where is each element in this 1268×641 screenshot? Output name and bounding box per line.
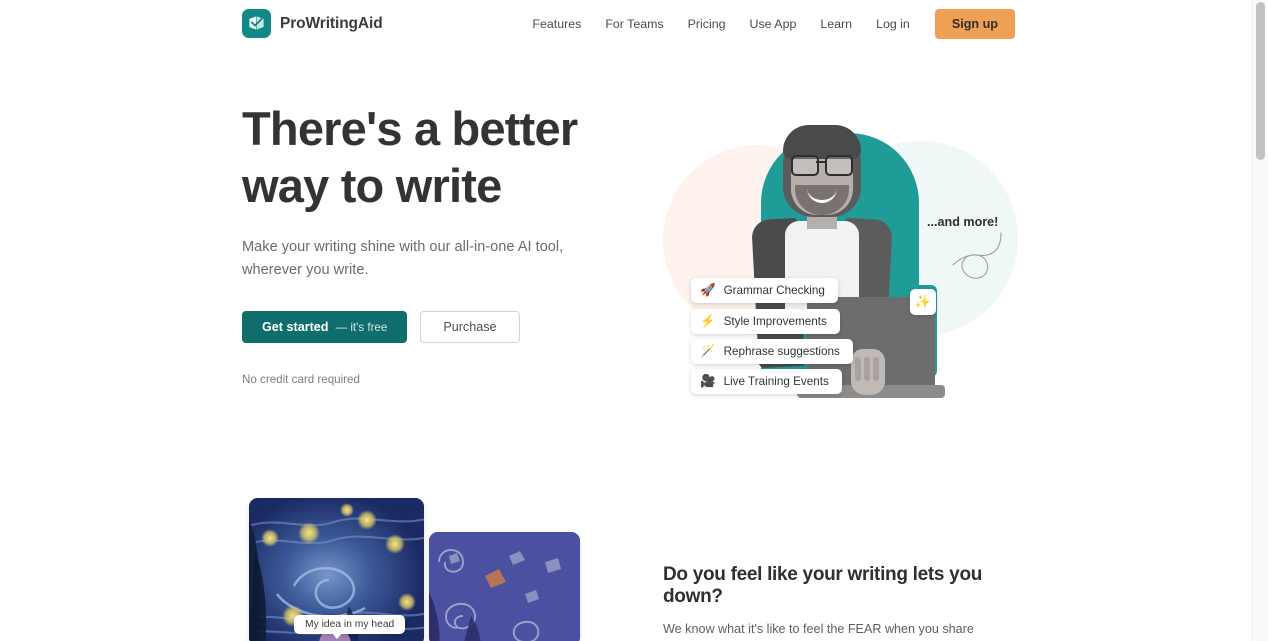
primary-navigation: Features For Teams Pricing Use App Learn…: [520, 0, 1015, 48]
feature-chip-rephrase-suggestions: 🪄 Rephrase suggestions: [691, 339, 853, 364]
feature-chip-label: Style Improvements: [723, 315, 827, 328]
feature-chip-label: Rephrase suggestions: [723, 345, 840, 358]
and-more-label: ...and more!: [927, 215, 999, 229]
sparkles-icon: ✨: [910, 289, 936, 315]
nav-link-log-in[interactable]: Log in: [864, 0, 922, 48]
glasses-bridge: [816, 161, 825, 164]
glasses-lens-left: [791, 155, 819, 176]
scroll-down-arrow[interactable]: [1253, 627, 1268, 641]
glasses-lens-right: [825, 155, 853, 176]
lower-copy: Do you feel like your writing lets you d…: [663, 564, 1023, 641]
magic-wand-icon: 🪄: [700, 344, 716, 359]
person-hair: [783, 125, 861, 159]
nav-link-learn[interactable]: Learn: [808, 0, 864, 48]
simplified-painting-card: [429, 532, 580, 641]
page-canvas: ProWritingAid Features For Teams Pricing…: [0, 0, 1253, 641]
brand-logo-link[interactable]: ProWritingAid: [242, 9, 383, 38]
vertical-scrollbar[interactable]: [1252, 0, 1268, 641]
finger: [864, 357, 870, 381]
hero-title: There's a better way to write: [242, 102, 578, 212]
get-started-button[interactable]: Get started — it's free: [242, 311, 408, 343]
writing-lets-you-down-section: My idea in my head Do you feel like your…: [0, 468, 1253, 641]
rocket-icon: 🚀: [700, 283, 716, 298]
artwork-comparison: My idea in my head: [249, 498, 629, 641]
hero-cta-group: Get started — it's free Purchase: [242, 311, 642, 343]
my-idea-caption: My idea in my head: [294, 615, 406, 639]
brand-name: ProWritingAid: [280, 14, 383, 32]
hero-section: There's a better way to write Make your …: [0, 48, 1253, 468]
no-credit-card-note: No credit card required: [242, 373, 360, 386]
nav-link-pricing[interactable]: Pricing: [676, 0, 738, 48]
nav-link-use-app[interactable]: Use App: [738, 0, 809, 48]
book-check-logo-icon: [242, 9, 271, 38]
purchase-button[interactable]: Purchase: [420, 311, 520, 343]
lightning-bolt-icon: ⚡: [700, 314, 716, 329]
feature-chip-live-training-events: 🎥 Live Training Events: [691, 369, 842, 394]
site-header: ProWritingAid Features For Teams Pricing…: [0, 0, 1253, 48]
vertical-scroll-thumb[interactable]: [1256, 2, 1265, 160]
feature-chip-label: Live Training Events: [723, 375, 829, 388]
hero-subtitle: Make your writing shine with our all-in-…: [242, 239, 564, 278]
feature-chip-style-improvements: ⚡ Style Improvements: [691, 309, 840, 334]
get-started-label: Get started: [262, 320, 329, 334]
nav-link-for-teams[interactable]: For Teams: [593, 0, 675, 48]
video-camera-icon: 🎥: [700, 374, 716, 389]
get-started-suffix: — it's free: [335, 320, 388, 334]
person-hand: [851, 349, 885, 395]
simplified-artwork: [429, 532, 580, 641]
starry-night-painting-card: My idea in my head: [249, 498, 424, 641]
squiggle-line-decoration: [952, 232, 1002, 279]
nav-link-features[interactable]: Features: [520, 0, 593, 48]
finger: [873, 357, 879, 381]
sparkles-glyph: ✨: [914, 294, 932, 309]
sign-up-button[interactable]: Sign up: [934, 9, 1015, 39]
lower-section-title: Do you feel like your writing lets you d…: [663, 564, 983, 607]
eyeglasses-icon: [790, 155, 854, 176]
feature-chip-label: Grammar Checking: [723, 284, 825, 297]
feature-chip-grammar-checking: 🚀 Grammar Checking: [691, 278, 838, 303]
hero-copy: There's a better way to write Make your …: [242, 100, 642, 386]
hero-illustration: 🚀 Grammar Checking ⚡ Style Improvements …: [655, 103, 1025, 433]
lower-section-body: We know what it's like to feel the FEAR …: [663, 622, 974, 636]
finger: [855, 357, 861, 381]
